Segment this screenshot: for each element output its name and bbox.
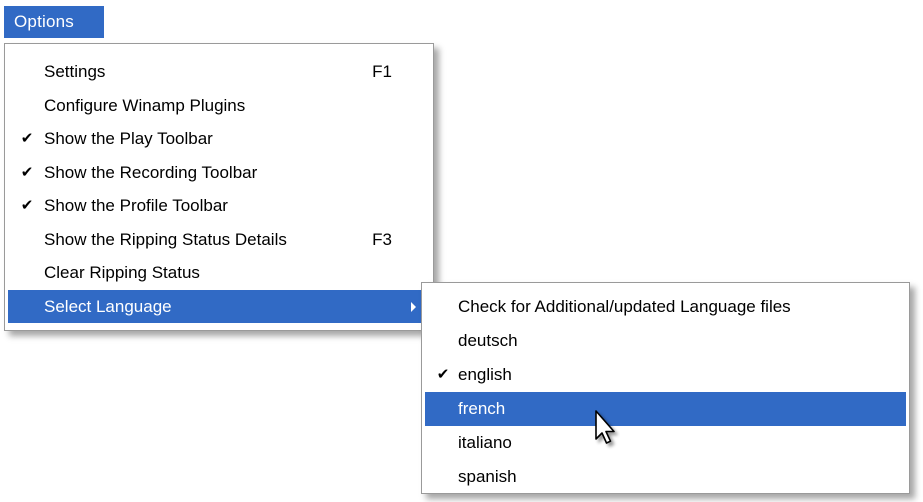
menu-item-label: Select Language [44, 296, 172, 316]
menu-item-language-deutsch[interactable]: deutsch [425, 324, 906, 358]
menu-item-label: Show the Ripping Status Details [44, 229, 287, 249]
options-menu: Settings F1 Configure Winamp Plugins ✔ S… [4, 43, 434, 331]
menu-item-label: Clear Ripping Status [44, 263, 200, 282]
menu-item-shortcut: F1 [372, 62, 392, 81]
menu-item-language-italiano[interactable]: italiano [425, 426, 906, 460]
menu-item-label: Check for Additional/updated Language fi… [458, 297, 791, 316]
menu-item-language-french[interactable]: french [425, 392, 906, 426]
menu-item-configure-winamp-plugins[interactable]: Configure Winamp Plugins [8, 89, 430, 123]
menu-item-clear-ripping-status[interactable]: Clear Ripping Status [8, 256, 430, 290]
chevron-right-icon [411, 301, 416, 312]
menu-item-label: italiano [458, 433, 512, 452]
menu-item-show-recording-toolbar[interactable]: ✔ Show the Recording Toolbar [8, 156, 430, 190]
menu-item-language-spanish[interactable]: spanish [425, 460, 906, 494]
checkmark-icon: ✔ [436, 366, 450, 383]
menu-item-label: deutsch [458, 331, 518, 350]
menu-item-show-play-toolbar[interactable]: ✔ Show the Play Toolbar [8, 122, 430, 156]
menu-item-label: spanish [458, 467, 517, 486]
mouse-pointer-icon [595, 410, 615, 444]
menu-item-label: Show the Profile Toolbar [44, 196, 228, 215]
menu-item-select-language[interactable]: Select Language [8, 289, 430, 323]
menu-item-label: Settings [44, 62, 106, 81]
menu-item-show-ripping-status-details[interactable]: Show the Ripping Status Details F3 [8, 223, 430, 257]
menu-item-label: Configure Winamp Plugins [44, 95, 246, 115]
menu-item-shortcut: F3 [372, 229, 392, 249]
menu-item-label: english [458, 365, 512, 384]
menu-item-check-language-updates[interactable]: Check for Additional/updated Language fi… [425, 290, 906, 324]
menubar-options-label: Options [14, 12, 74, 31]
checkmark-icon: ✔ [20, 130, 34, 147]
menu-item-label: french [458, 399, 506, 418]
menu-item-label: Show the Play Toolbar [44, 129, 213, 148]
checkmark-icon: ✔ [20, 197, 34, 214]
menubar-options[interactable]: Options [4, 6, 104, 38]
menu-item-label: Show the Recording Toolbar [44, 162, 258, 182]
checkmark-icon: ✔ [20, 163, 34, 181]
menu-item-show-profile-toolbar[interactable]: ✔ Show the Profile Toolbar [8, 189, 430, 223]
language-submenu: Check for Additional/updated Language fi… [421, 282, 910, 494]
menu-item-settings[interactable]: Settings F1 [8, 55, 430, 89]
menu-item-language-english[interactable]: ✔ english [425, 358, 906, 392]
screenshot-stage: Options Settings F1 Configure Winamp Plu… [0, 0, 923, 502]
